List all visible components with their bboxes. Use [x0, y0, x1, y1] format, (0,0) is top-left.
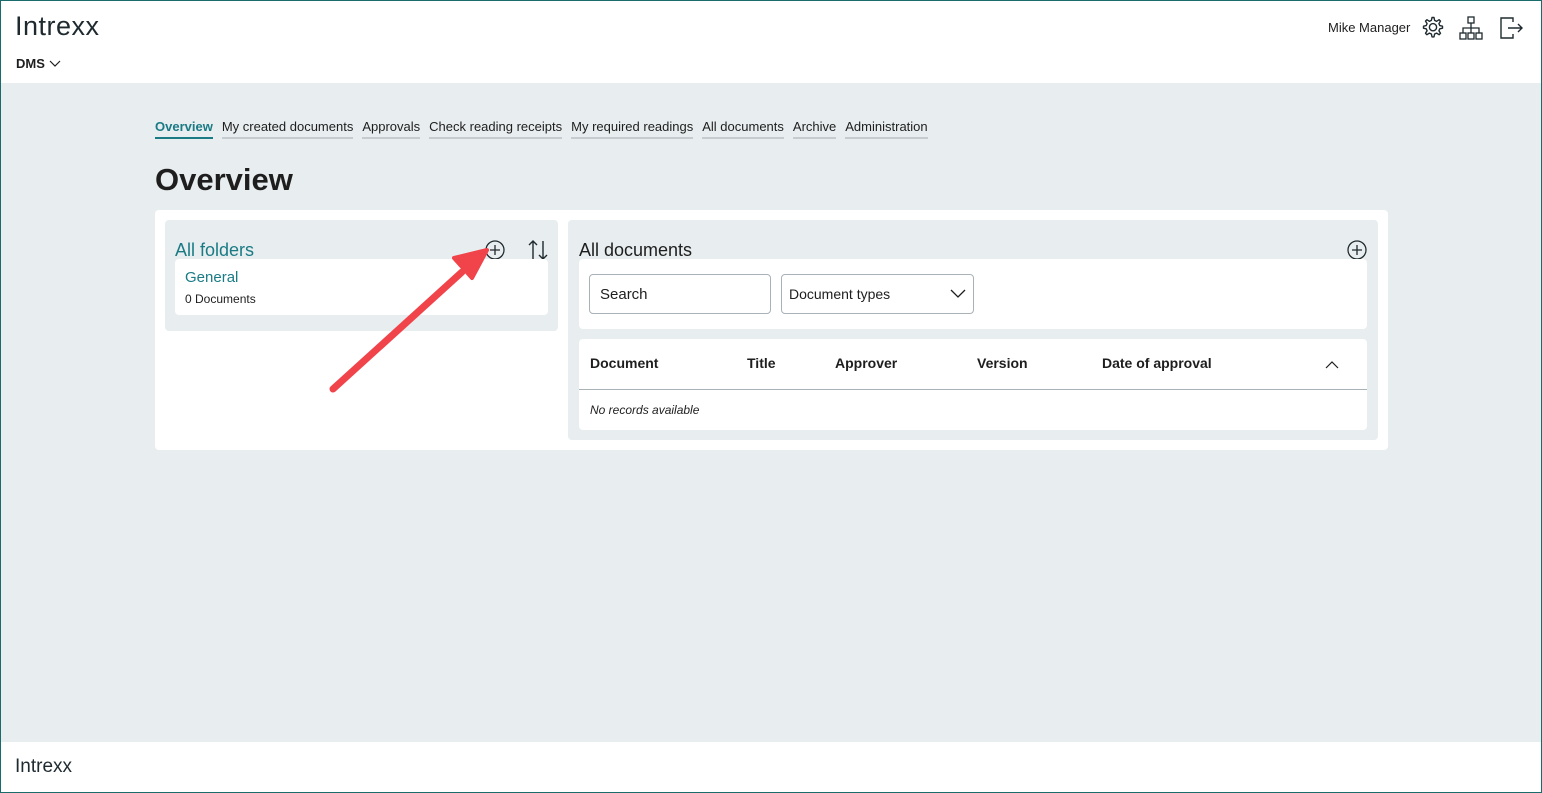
column-date-of-approval[interactable]: Date of approval — [1102, 355, 1212, 371]
folders-panel: All folders General 0 Documents — [165, 220, 558, 331]
tab-overview[interactable]: Overview — [155, 119, 213, 139]
footer-logo: Intrexx — [15, 756, 73, 777]
column-title[interactable]: Title — [747, 355, 776, 371]
tab-my-required-readings[interactable]: My required readings — [571, 119, 694, 139]
tab-approvals[interactable]: Approvals — [362, 119, 421, 139]
document-types-select[interactable]: Document types — [781, 274, 974, 314]
folder-document-count: 0 Documents — [185, 292, 256, 306]
tab-check-reading-receipts[interactable]: Check reading receipts — [429, 119, 563, 139]
folder-item-general[interactable]: General 0 Documents — [175, 259, 548, 315]
folders-title[interactable]: All folders — [175, 240, 254, 261]
logout-icon — [1500, 17, 1523, 39]
page-title: Overview — [155, 162, 293, 197]
documents-title: All documents — [579, 240, 693, 260]
logout-button[interactable] — [1497, 14, 1525, 42]
user-name[interactable]: Mike Manager — [1328, 20, 1410, 35]
sitemap-icon — [1459, 16, 1483, 40]
plus-circle-icon — [1347, 240, 1367, 260]
main-tabs: Overview My created documents Approvals … — [155, 119, 928, 139]
intrexx-logo[interactable]: Intrexx — [15, 11, 100, 42]
document-types-label: Document types — [789, 286, 891, 302]
overview-card: All folders General 0 Documents All docu… — [155, 210, 1388, 450]
app-switcher-label: DMS — [16, 56, 45, 71]
page-footer: Intrexx — [0, 742, 1542, 793]
app-switcher[interactable]: DMS — [16, 56, 61, 71]
tab-administration[interactable]: Administration — [845, 119, 928, 139]
empty-state-text: No records available — [590, 403, 700, 417]
table-header: Document Title Approver Version Date of … — [579, 339, 1367, 390]
column-version[interactable]: Version — [977, 355, 1028, 371]
chevron-down-icon — [950, 289, 966, 298]
search-input[interactable] — [589, 274, 771, 314]
plus-circle-icon — [485, 240, 505, 260]
collapse-table-button[interactable] — [1320, 352, 1344, 376]
top-header: Intrexx DMS Mike Manager — [0, 0, 1542, 83]
tab-archive[interactable]: Archive — [792, 119, 837, 139]
documents-table: Document Title Approver Version Date of … — [579, 339, 1367, 430]
chevron-down-icon — [49, 60, 61, 67]
tab-all-documents[interactable]: All documents — [702, 119, 784, 139]
sitemap-button[interactable] — [1457, 14, 1485, 42]
column-document[interactable]: Document — [590, 355, 658, 371]
filter-bar: Document types — [579, 259, 1367, 329]
column-approver[interactable]: Approver — [835, 355, 897, 371]
documents-panel: All documents Document types Document Ti… — [568, 220, 1378, 440]
settings-button[interactable] — [1418, 14, 1446, 42]
chevron-up-icon — [1325, 360, 1339, 368]
gear-icon — [1422, 16, 1444, 38]
tab-my-created-documents[interactable]: My created documents — [221, 119, 354, 139]
folder-name: General — [185, 269, 239, 286]
